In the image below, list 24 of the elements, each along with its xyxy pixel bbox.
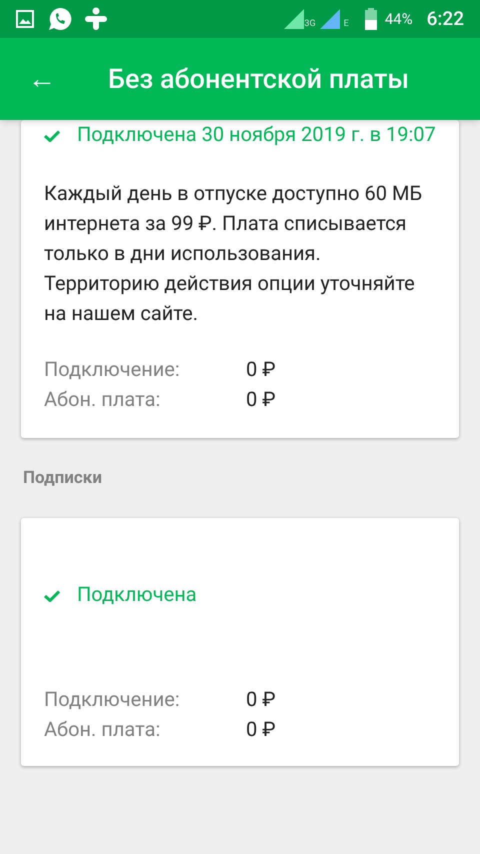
section-heading: Подписки [23,467,103,490]
battery-icon [364,8,377,30]
back-button[interactable]: ← [22,59,62,99]
clock: 6:22 [426,6,464,32]
fee-label: Абон. плата: [44,716,162,742]
fee-value: 0 ₽ [246,716,276,742]
battery-percent: 44% [384,8,413,30]
signal-icon [320,9,340,29]
screen-title: Без абонентской платы [108,62,410,97]
network-type-label: 3G [304,20,316,29]
fee-label: Подключение: [44,356,181,383]
fee-label: Подключение: [44,686,181,712]
figure-icon [84,7,108,31]
connection-status: Подключена 30 ноября 2019 г. в 19:07 [77,121,436,148]
description: Каждый день в отпуске доступно 60 МБ интернета за 99 ₽. Плата списывается только в дни использования. Территорию действия опции уточняйте на нашем сайте. [44,180,424,327]
network-type-label: E [344,20,349,29]
fee-value: 0 ₽ [246,386,276,413]
image-icon [16,10,34,28]
fee-value: 0 ₽ [246,356,276,383]
signal-icon [284,9,304,29]
fee-label: Абон. плата: [44,386,162,413]
fee-value: 0 ₽ [246,686,276,712]
connection-status: Подключена [77,580,197,608]
chat-bubble-icon [48,7,72,31]
